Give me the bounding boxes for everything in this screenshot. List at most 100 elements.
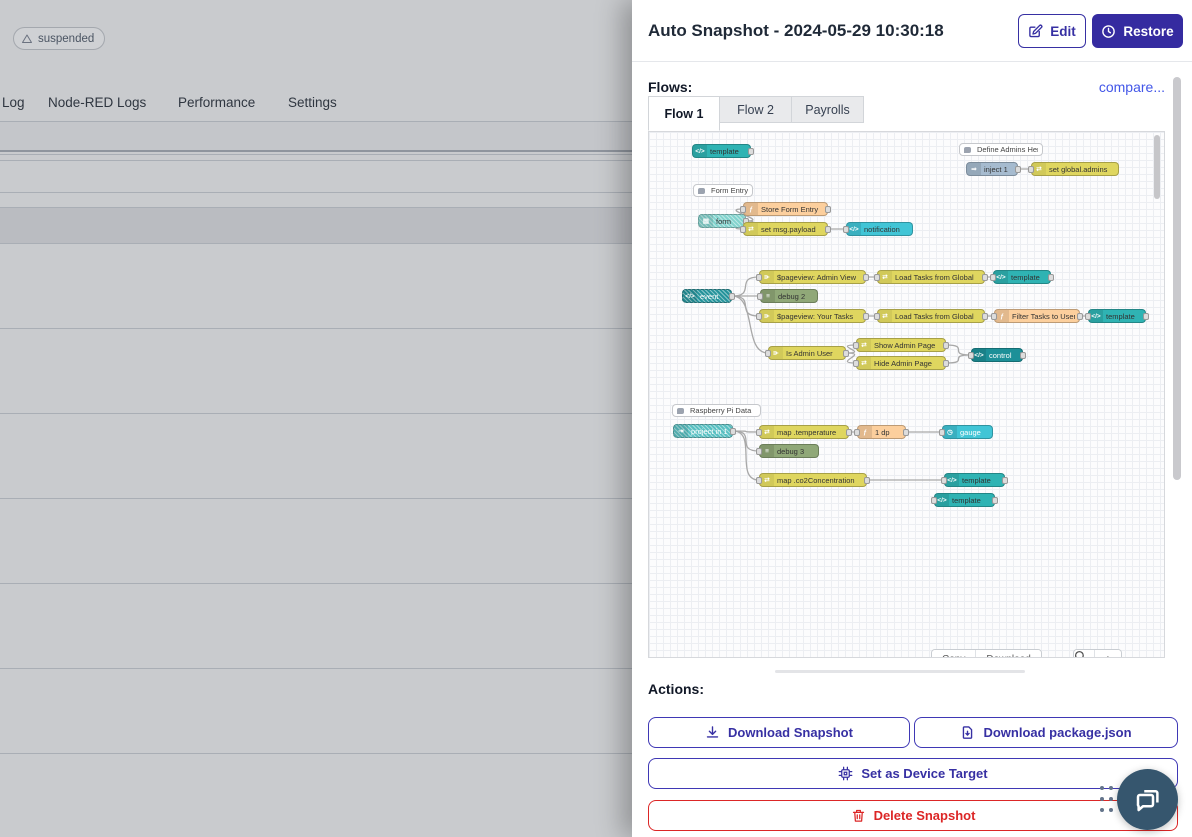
change-icon: ⇄ <box>878 310 892 322</box>
flow-node-event: </>event <box>682 289 732 303</box>
flow-node-form: ▤form <box>698 214 746 228</box>
change-icon: ⇄ <box>1032 163 1046 175</box>
edit-button[interactable]: Edit <box>1018 14 1086 48</box>
output-port <box>943 342 949 349</box>
tab-flow-1[interactable]: Flow 1 <box>648 96 720 131</box>
flow-node-label: Filter Tasks to User <box>1012 310 1075 322</box>
input-port <box>756 274 762 281</box>
chat-bubbles-icon <box>1133 785 1163 815</box>
drawer-scrollbar[interactable] <box>1173 77 1181 480</box>
function-icon: ƒ <box>858 426 872 438</box>
tab-settings: Settings <box>288 95 337 110</box>
flow-node-template1: </>template <box>993 270 1051 284</box>
flow-node-label: template <box>962 474 1000 486</box>
edit-pencil-icon <box>1028 24 1043 39</box>
flow-node-label: template <box>1106 310 1141 322</box>
output-port <box>1015 166 1021 173</box>
download-package-json-label: Download package.json <box>983 725 1131 740</box>
inject-icon: ⇒ <box>967 163 981 175</box>
flow-node-label: set msg.payload <box>761 223 823 235</box>
flow-node-label: Form Entry <box>711 185 748 196</box>
flow-node-label: debug 2 <box>778 290 813 302</box>
flow-node-label: control <box>989 349 1018 361</box>
set-device-target-button[interactable]: Set as Device Target <box>648 758 1178 789</box>
switch-icon: ⋔ <box>760 310 774 322</box>
canvas-download-button[interactable]: Download <box>976 650 1040 658</box>
gauge-icon: ◷ <box>943 426 957 438</box>
flow-canvas[interactable]: Copy Download + </>templateDefine Admins… <box>648 131 1165 658</box>
trash-icon <box>851 808 866 823</box>
input-port <box>1085 313 1091 320</box>
canvas-vertical-scrollbar[interactable] <box>1154 135 1160 199</box>
output-port <box>863 313 869 320</box>
output-port <box>903 429 909 436</box>
output-port <box>1002 477 1008 484</box>
flow-node-set-msg-payload: ⇄set msg.payload <box>743 222 828 236</box>
flow-wire <box>732 277 759 296</box>
download-package-json-button[interactable]: Download package.json <box>914 717 1178 748</box>
table-row-selected <box>0 207 632 243</box>
canvas-zoom-controls[interactable]: + <box>1073 649 1122 658</box>
canvas-horizontal-scrollbar[interactable] <box>775 670 1025 673</box>
output-port <box>863 274 869 281</box>
table-row <box>0 160 632 192</box>
status-badge: suspended <box>13 27 105 50</box>
table-row <box>0 243 632 328</box>
template-icon: </> <box>693 145 707 157</box>
output-port <box>1143 313 1149 320</box>
switch-icon: ⋔ <box>760 271 774 283</box>
zoom-in-button[interactable]: + <box>1095 650 1121 658</box>
change-icon: ⇄ <box>857 357 871 369</box>
flow-node-label: Show Admin Page <box>874 339 941 351</box>
table-row <box>0 413 632 498</box>
modal-backdrop[interactable]: suspended Log Node-RED Logs Performance … <box>0 0 632 837</box>
flow-node-notification: </>notification <box>846 222 913 236</box>
flow-node-label: Define Admins Here <box>977 144 1038 155</box>
compare-link[interactable]: compare... <box>1099 79 1165 95</box>
tab-payrolls[interactable]: Payrolls <box>792 96 864 123</box>
flow-node-show-admin-page: ⇄Show Admin Page <box>856 338 946 352</box>
input-port <box>765 350 771 357</box>
tab-performance: Performance <box>178 95 255 110</box>
flow-node-label: map .temperature <box>777 426 844 438</box>
comment-icon <box>673 405 687 416</box>
flow-node-label: event <box>700 290 727 302</box>
input-port <box>853 360 859 367</box>
debug-icon: ≡ <box>761 290 775 302</box>
change-icon: ⇄ <box>857 339 871 351</box>
output-port <box>1048 274 1054 281</box>
template-icon: </> <box>945 474 959 486</box>
flow-node-label: Load Tasks from Global <box>895 310 980 322</box>
output-port <box>843 350 849 357</box>
flow-node-label: form <box>716 215 741 227</box>
canvas-copy-button[interactable]: Copy <box>932 650 976 658</box>
input-port <box>874 313 880 320</box>
zoom-out-icon[interactable] <box>1074 650 1095 658</box>
chat-widget-button[interactable] <box>1117 769 1178 830</box>
input-port <box>931 497 937 504</box>
output-port <box>825 206 831 213</box>
output-port <box>729 293 735 300</box>
flow-node-control: </>control <box>971 348 1023 362</box>
table-header-row <box>0 121 632 152</box>
table-row <box>0 583 632 668</box>
download-snapshot-button[interactable]: Download Snapshot <box>648 717 910 748</box>
flow-node-debug3: ≡debug 3 <box>759 444 819 458</box>
restore-button[interactable]: Restore <box>1092 14 1183 48</box>
flow-node-load-tasks-2: ⇄Load Tasks from Global <box>877 309 985 323</box>
flow-node-store-form-entry: ƒStore Form Entry <box>743 202 828 216</box>
flow-node-label: Hide Admin Page <box>874 357 941 369</box>
flow-node-template2: </>template <box>1088 309 1146 323</box>
delete-snapshot-label: Delete Snapshot <box>874 808 976 823</box>
tab-flow-2[interactable]: Flow 2 <box>720 96 792 123</box>
input-port <box>756 429 762 436</box>
flow-node-label: template <box>710 145 746 157</box>
input-port <box>853 342 859 349</box>
switch-icon: ⋔ <box>769 347 783 359</box>
flow-node-is-admin-user: ⋔Is Admin User <box>768 346 846 360</box>
file-download-icon <box>960 725 975 740</box>
input-port <box>874 274 880 281</box>
warning-icon <box>21 33 33 45</box>
canvas-copy-download-buttons[interactable]: Copy Download <box>931 649 1042 658</box>
delete-snapshot-button[interactable]: Delete Snapshot <box>648 800 1178 831</box>
